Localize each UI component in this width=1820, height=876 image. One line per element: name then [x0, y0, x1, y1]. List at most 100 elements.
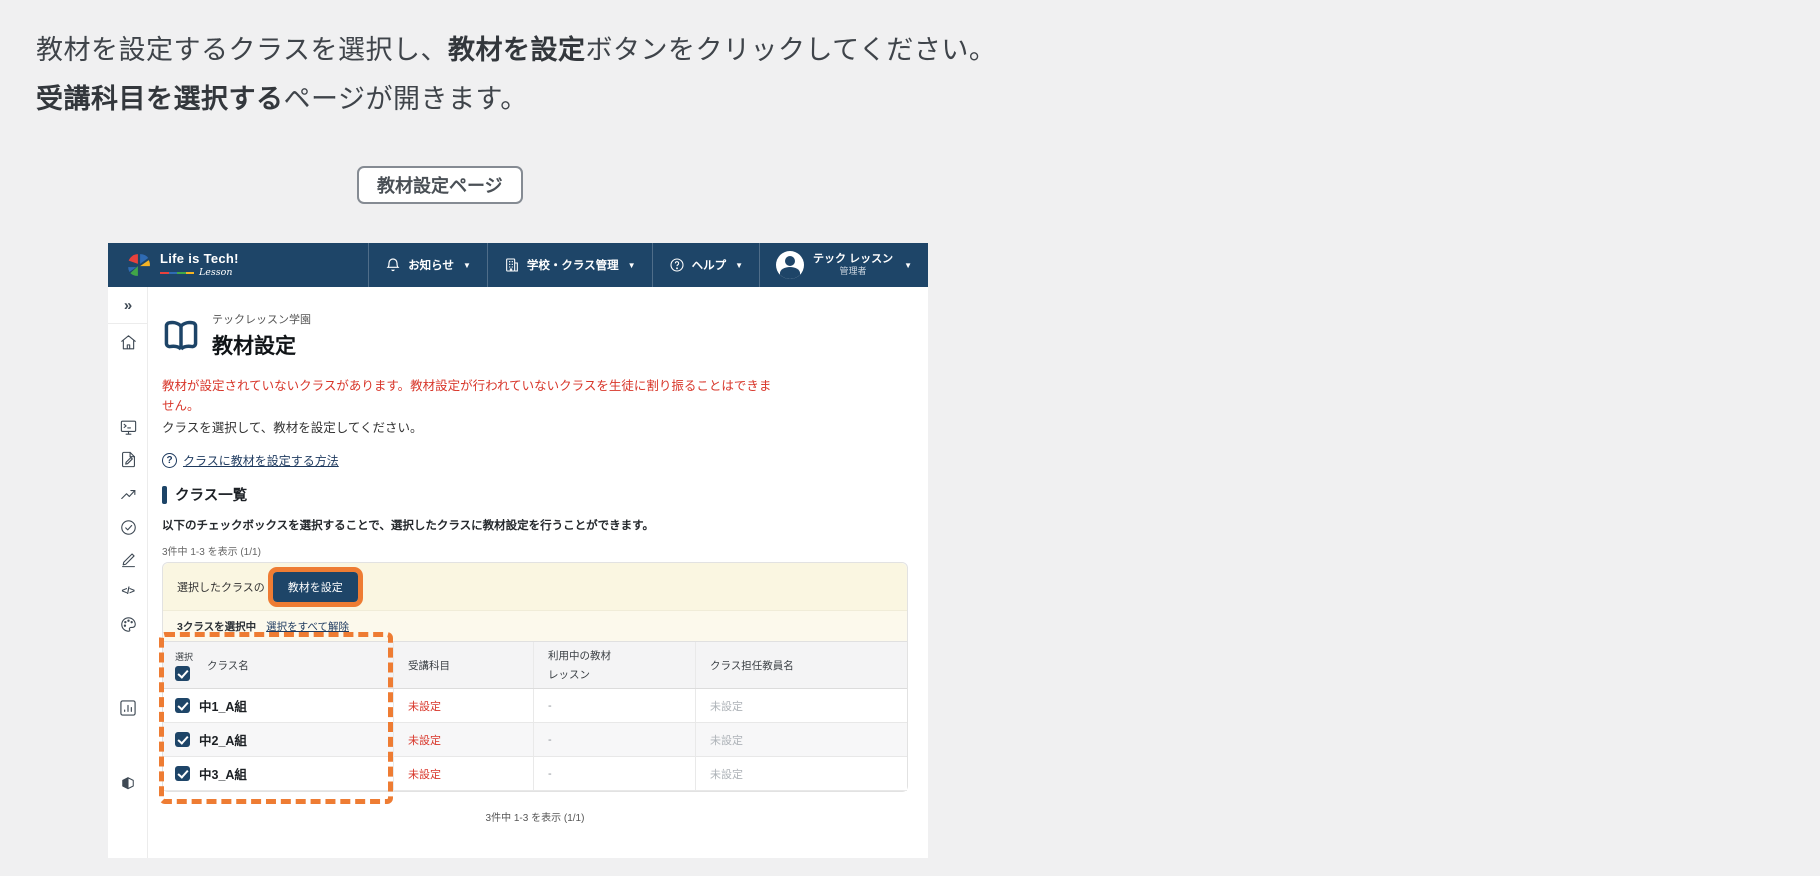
page-title-block: テックレッスン学園 教材設定: [162, 311, 908, 360]
intro-line2-post: ページが開きます。: [283, 83, 528, 114]
home-icon[interactable]: [108, 333, 148, 352]
header-cell-subject: 受講科目: [393, 642, 533, 688]
table-row[interactable]: 中3_A組 未設定 - 未設定: [163, 757, 907, 791]
table-row[interactable]: 中2_A組 未設定 - 未設定: [163, 723, 907, 757]
question-circle-icon: ?: [162, 453, 177, 468]
subject-header: 受講科目: [408, 659, 450, 672]
header-cell-material: 利用中の教材 レッスン: [533, 642, 695, 688]
life-is-tech-logo-icon: [128, 254, 150, 276]
bulk-action-toolbar: 選択したクラスの 教材を設定: [163, 563, 907, 611]
section-description: 以下のチェックボックスを選択することで、選択したクラスに教材設定を行うことができ…: [162, 520, 654, 532]
table-row[interactable]: 中1_A組 未設定 - 未設定: [163, 689, 907, 723]
bell-icon: [386, 258, 400, 272]
logo-title: Life is Tech!: [160, 250, 239, 266]
main-content: テックレッスン学園 教材設定 教材が設定されていないクラスがあります。教材設定が…: [148, 287, 928, 858]
chevron-down-icon: ▼: [904, 260, 912, 270]
class-name: 中2_A組: [199, 734, 247, 748]
app-body: » </> テックレッスン学園 教材設定 教材が設定されていないクラスがあります…: [108, 287, 928, 858]
help-circle-icon: [670, 258, 684, 272]
logo-text: Life is Tech! Lesson: [160, 250, 239, 279]
toolbar-prefix-text: 選択したクラスの: [177, 581, 265, 594]
chevron-down-icon: ▼: [627, 260, 636, 270]
trend-up-icon[interactable]: [108, 485, 148, 504]
selection-status-row: 3クラスを選択中 選択をすべて解除: [163, 611, 907, 641]
bar-chart-icon[interactable]: [108, 698, 148, 718]
nav-notifications-label: お知らせ: [408, 260, 454, 272]
cell-subject: 未設定: [393, 723, 533, 756]
class-list-card: 選択したクラスの 教材を設定 3クラスを選択中 選択をすべて解除 選択 クラス名…: [159, 562, 908, 804]
select-all-stack: 選択: [175, 650, 193, 681]
intro-line2-bold: 受講科目を選択する: [36, 83, 284, 114]
help-link-row: ? クラスに教材を設定する方法: [162, 452, 908, 469]
teacher-value: 未設定: [710, 734, 743, 747]
help-link[interactable]: クラスに教材を設定する方法: [183, 452, 339, 469]
logo-subtitle: Lesson: [199, 266, 233, 278]
beginner-book-icon[interactable]: [108, 774, 148, 792]
page-title: 教材設定: [212, 335, 296, 358]
row-checkbox[interactable]: [175, 698, 190, 713]
intro-line-1: 教材を設定するクラスを選択し、教材を設定ボタンをクリックしてください。: [36, 26, 996, 75]
class-name-header: クラス名: [207, 659, 249, 672]
row-checkbox[interactable]: [175, 766, 190, 781]
cell-class-name: 中3_A組: [163, 764, 393, 783]
cell-class-name: 中1_A組: [163, 696, 393, 715]
sidebar-divider: [108, 323, 148, 324]
select-all-checkbox[interactable]: [175, 665, 190, 681]
page-label-chip: 教材設定ページ: [357, 166, 523, 204]
select-column-label: 選択: [175, 651, 194, 662]
clear-selection-link[interactable]: 選択をすべて解除: [266, 619, 349, 634]
user-avatar: [776, 251, 805, 279]
intro-line1-pre: 教材を設定するクラスを選択し、: [36, 35, 448, 65]
warning-message: 教材が設定されていないクラスがあります。教材設定が行われていないクラスを生徒に割…: [162, 379, 772, 413]
check-circle-icon[interactable]: [108, 518, 148, 537]
code-icon[interactable]: </>: [108, 586, 148, 597]
table-header-row: 選択 クラス名 受講科目 利用中の教材 レッスン クラス担任教員名: [163, 641, 907, 689]
intro-text: 教材を設定するクラスを選択し、教材を設定ボタンをクリックしてください。 受講科目…: [36, 26, 996, 123]
material-value: -: [548, 733, 552, 746]
nav-help-label: ヘルプ: [691, 260, 727, 272]
subject-value: 未設定: [408, 768, 441, 781]
user-name: テック レッスン: [813, 252, 894, 265]
logo[interactable]: Life is Tech! Lesson: [108, 243, 257, 287]
cell-teacher: 未設定: [695, 757, 907, 790]
nav-help[interactable]: ヘルプ ▼: [651, 243, 759, 287]
sidebar: » </>: [108, 287, 148, 858]
selection-status: 3クラスを選択中: [177, 620, 257, 633]
school-name: テックレッスン学園: [212, 314, 311, 326]
nav-school-class-management[interactable]: 学校・クラス管理 ▼: [486, 243, 652, 287]
instruction-text: クラスを選択して、教材を設定してください。: [162, 421, 423, 435]
material-header-line1: 利用中の教材: [548, 650, 611, 662]
user-text: テック レッスン 管理者: [813, 253, 893, 278]
user-role: 管理者: [839, 266, 867, 277]
result-count-top: 3件中 1-3 を表示 (1/1): [162, 547, 261, 558]
row-checkbox[interactable]: [175, 732, 190, 747]
section-header: クラス一覧: [162, 484, 908, 505]
cell-material: -: [533, 757, 695, 790]
cell-material: -: [533, 689, 695, 722]
material-value: -: [548, 767, 552, 780]
logo-subtitle-row: Lesson: [160, 266, 239, 278]
header-cell-class: 選択 クラス名: [163, 650, 393, 681]
subject-value: 未設定: [408, 734, 441, 747]
cell-teacher: 未設定: [695, 689, 907, 722]
intro-line1-bold: 教材を設定: [447, 35, 586, 65]
cell-subject: 未設定: [393, 689, 533, 722]
pencil-icon[interactable]: [108, 550, 148, 569]
nav-school-class-label: 学校・クラス管理: [526, 260, 619, 272]
palette-icon[interactable]: [108, 615, 148, 634]
result-count-bottom: 3件中 1-3 を表示 (1/1): [485, 813, 585, 824]
highlight-ring-annotation: 教材を設定: [267, 566, 363, 607]
document-edit-icon[interactable]: [108, 450, 148, 469]
material-header-line2: レッスン: [548, 669, 590, 681]
set-materials-button[interactable]: 教材を設定: [272, 571, 358, 602]
nav-notifications[interactable]: お知らせ ▼: [368, 243, 487, 287]
cell-material: -: [533, 723, 695, 756]
user-menu[interactable]: テック レッスン 管理者 ▼: [759, 243, 928, 287]
material-value: -: [548, 699, 552, 712]
collapse-icon[interactable]: »: [108, 297, 148, 314]
class-name: 中3_A組: [199, 768, 247, 782]
material-header: 利用中の教材 レッスン: [548, 648, 611, 682]
terminal-monitor-icon[interactable]: [108, 418, 148, 437]
teacher-value: 未設定: [710, 768, 743, 781]
chevron-down-icon: ▼: [462, 260, 471, 270]
